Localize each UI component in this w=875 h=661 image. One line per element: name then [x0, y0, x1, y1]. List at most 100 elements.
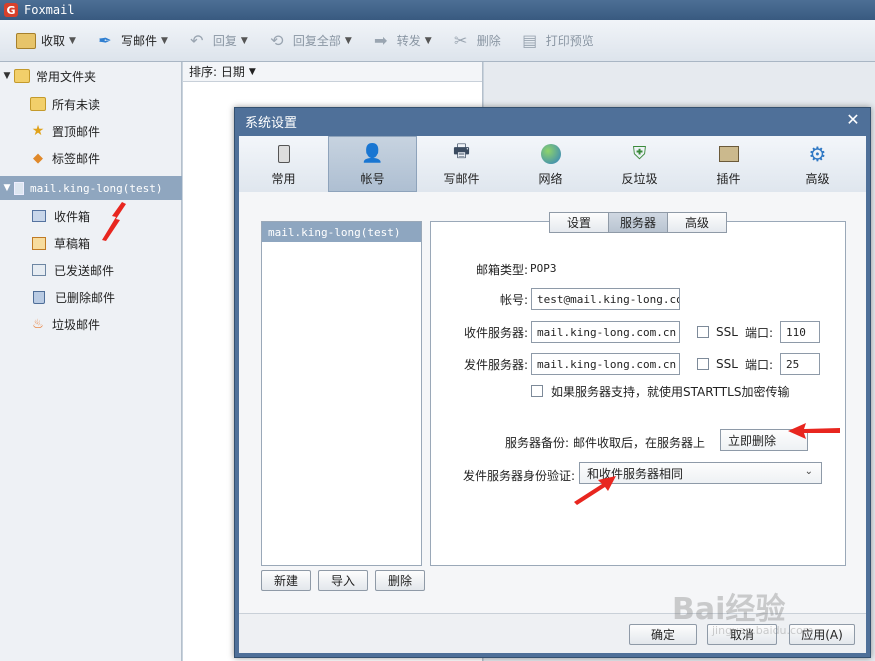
account-field[interactable]: test@mail.king-long.com — [531, 288, 680, 310]
tab-network[interactable]: 网络 — [506, 136, 595, 192]
tab-label: 常用 — [271, 171, 296, 186]
watermark-main: Bai经验 — [672, 592, 786, 627]
tag-icon: ◆ — [33, 150, 43, 166]
select-value: 立即删除 — [728, 433, 777, 448]
port-label: 端口: — [745, 358, 774, 372]
chevron-down-icon[interactable]: ▼ — [161, 36, 168, 46]
write-icon: ✒ — [98, 31, 112, 50]
tab-general[interactable]: 常用 — [239, 136, 328, 192]
sidebar-item-label: 所有未读 — [52, 97, 101, 112]
chevron-down-icon[interactable]: ▼ — [0, 183, 14, 193]
advanced-gear-icon: ⚙ — [808, 141, 827, 166]
outgoing-port-field[interactable]: 25 — [780, 353, 820, 375]
annotation-arrow — [574, 476, 616, 505]
folder-icon — [30, 97, 46, 111]
subtab-server[interactable]: 服务器 — [608, 212, 668, 233]
star-icon: ★ — [31, 123, 45, 139]
settings-dialog: 系统设置 ✕ 常用 👤 帐号 🖶 写邮件 网络 ⛨ 反垃圾 插件 ⚙ 高级 ma… — [234, 107, 871, 658]
sidebar-item-sent[interactable]: 已发送邮件 — [0, 258, 182, 282]
sort-bar[interactable]: 排序: 日期 ▼ — [183, 62, 482, 82]
dialog-title: 系统设置 — [245, 115, 298, 131]
print-icon: ▤ — [522, 31, 538, 50]
sidebar-item-pinned[interactable]: ★ 置顶邮件 — [0, 119, 182, 143]
subtab-settings[interactable]: 设置 — [549, 212, 609, 233]
write-mail-button[interactable]: ✒ 写邮件 ▼ — [88, 26, 174, 56]
new-account-button[interactable]: 新建 — [261, 570, 311, 591]
account-server-icon — [14, 181, 24, 195]
starttls-label: 如果服务器支持，就使用STARTTLS加密传输 — [551, 385, 790, 399]
sent-icon — [32, 264, 46, 276]
app-title: Foxmail — [24, 3, 75, 17]
sidebar-item-label: 垃圾邮件 — [52, 317, 101, 332]
tab-plugin[interactable]: 插件 — [684, 136, 773, 192]
incoming-server-field[interactable]: mail.king-long.com.cn — [531, 321, 680, 343]
chevron-down-icon[interactable]: ▼ — [241, 36, 248, 46]
chevron-down-icon[interactable]: ▼ — [425, 36, 432, 46]
sidebar-item-spam[interactable]: ♨ 垃圾邮件 — [0, 312, 182, 336]
sidebar-account-label: mail.king-long(test) — [30, 181, 163, 195]
write-mail-label: 写邮件 — [120, 34, 157, 48]
app-titlebar: G Foxmail — [0, 0, 875, 20]
sidebar-item-deleted[interactable]: 已删除邮件 — [0, 285, 182, 309]
close-icon[interactable]: ✕ — [844, 111, 862, 129]
reply-icon: ↶ — [190, 31, 204, 50]
drafts-icon — [32, 236, 46, 250]
sidebar-item-label: 已删除邮件 — [55, 290, 116, 305]
tab-label: 插件 — [716, 171, 741, 186]
sidebar-account[interactable]: ▼ mail.king-long(test) — [0, 176, 182, 200]
mailbox-type-value: POP3 — [530, 262, 557, 275]
receive-button[interactable]: 收取 ▼ — [10, 26, 82, 56]
chevron-down-icon[interactable]: ▼ — [69, 36, 76, 46]
forward-label: 转发 — [396, 34, 421, 48]
chevron-down-icon[interactable]: ▼ — [0, 71, 14, 81]
sidebar-common-folder[interactable]: ▼ 常用文件夹 — [0, 64, 182, 88]
forward-button[interactable]: ➡ 转发 ▼ — [364, 26, 438, 56]
sidebar-item-label: 草稿箱 — [54, 236, 91, 251]
reply-all-button[interactable]: ⟲ 回复全部 ▼ — [260, 26, 358, 56]
list-item[interactable]: mail.king-long(test) — [262, 222, 421, 242]
outgoing-server-field[interactable]: mail.king-long.com.cn — [531, 353, 680, 375]
chevron-down-icon[interactable]: ▼ — [249, 67, 256, 77]
tab-compose[interactable]: 🖶 写邮件 — [417, 136, 506, 192]
network-icon — [538, 142, 564, 166]
starttls-checkbox[interactable] — [531, 385, 543, 397]
sidebar-item-inbox[interactable]: 收件箱 — [0, 204, 182, 228]
reply-button[interactable]: ↶ 回复 ▼ — [180, 26, 254, 56]
inbox-icon — [16, 32, 36, 49]
incoming-port-field[interactable]: 110 — [780, 321, 820, 343]
delete-icon: ✂ — [453, 31, 468, 50]
tab-account[interactable]: 👤 帐号 — [328, 136, 417, 192]
import-button[interactable]: 导入 — [318, 570, 368, 591]
incoming-ssl-checkbox[interactable] — [697, 326, 709, 338]
outgoing-ssl-checkbox[interactable] — [697, 358, 709, 370]
tab-advanced[interactable]: ⚙ 高级 — [773, 136, 862, 192]
annotation-arrow — [102, 202, 126, 241]
tab-antispam[interactable]: ⛨ 反垃圾 — [595, 136, 684, 192]
ssl-label: SSL — [716, 357, 738, 371]
tab-label: 网络 — [538, 171, 563, 186]
chevron-down-icon[interactable]: ▼ — [345, 36, 352, 46]
watermark-sub: jingyan.baidu.com — [712, 624, 814, 637]
print-preview-button[interactable]: ▤ 打印预览 — [513, 26, 600, 56]
port-label: 端口: — [745, 326, 774, 340]
sidebar-item-all-unread[interactable]: 所有未读 — [0, 92, 182, 116]
sidebar-item-tagged[interactable]: ◆ 标签邮件 — [0, 146, 182, 170]
delete-account-button[interactable]: 删除 — [375, 570, 425, 591]
reply-label: 回复 — [212, 34, 237, 48]
delete-button[interactable]: ✂ 删除 — [444, 26, 507, 56]
server-backup-text: 邮件收取后，在服务器上 — [573, 436, 706, 450]
sort-label: 排序: 日期 — [189, 65, 245, 79]
sidebar-item-drafts[interactable]: 草稿箱 — [0, 231, 182, 255]
folder-icon — [14, 69, 30, 83]
account-icon: 👤 — [361, 143, 384, 164]
forward-icon: ➡ — [374, 31, 388, 50]
sidebar-item-label: 常用文件夹 — [36, 69, 97, 84]
sidebar-item-label: 已发送邮件 — [54, 263, 115, 278]
account-list: mail.king-long(test) — [261, 221, 422, 566]
tab-label: 写邮件 — [443, 171, 480, 186]
incoming-server-label: 收件服务器: — [463, 326, 528, 340]
main-toolbar: 收取 ▼ ✒ 写邮件 ▼ ↶ 回复 ▼ ⟲ 回复全部 ▼ ➡ 转发 ▼ ✂ 删除… — [0, 20, 875, 62]
subtab-advanced[interactable]: 高级 — [667, 212, 727, 233]
settings-subtabs: 设置 服务器 高级 — [549, 212, 727, 234]
antispam-shield-icon: ⛨ — [632, 143, 647, 164]
